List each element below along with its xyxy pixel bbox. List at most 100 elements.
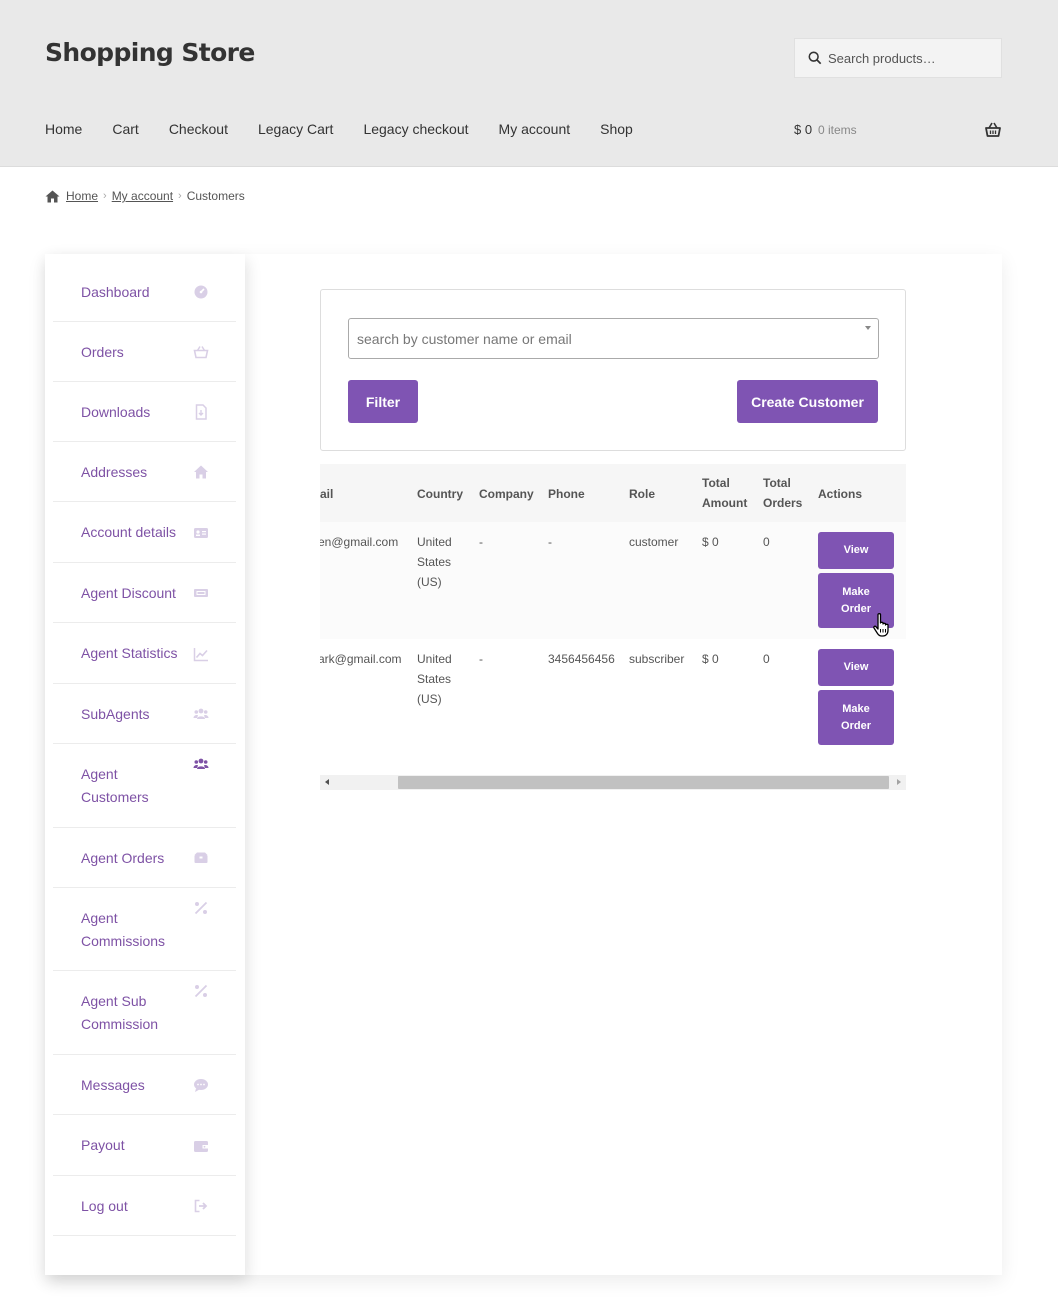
sidebar-item-label[interactable]: Orders — [81, 341, 124, 364]
nav-home[interactable]: Home — [45, 121, 82, 137]
make-order-line2: Order — [841, 719, 871, 732]
make-order-line2: Order — [841, 602, 871, 615]
file-download-icon — [193, 404, 209, 420]
cell-total-orders: 0 — [763, 535, 770, 549]
sidebar-item-agent-discount[interactable]: Agent Discount — [53, 563, 236, 623]
header-phone: Phone — [548, 487, 585, 501]
filter-button[interactable]: Filter — [348, 380, 418, 423]
header-total-amount-line2: Amount — [702, 496, 748, 510]
breadcrumb-home[interactable]: Home — [66, 189, 98, 203]
header-actions: Actions — [818, 487, 863, 501]
customers-table: ail Country Company Phone Role Total Amo… — [320, 464, 906, 774]
scrollbar-thumb[interactable] — [398, 776, 889, 789]
customer-search-placeholder: search by customer name or email — [357, 331, 572, 347]
sidebar-item-agent-customers[interactable]: Agent Customers — [53, 744, 236, 828]
sidebar-item-label[interactable]: Agent Commissions — [81, 907, 165, 953]
sidebar-item-label[interactable]: Payout — [81, 1134, 125, 1157]
cell-role: customer — [629, 535, 679, 549]
nav-cart[interactable]: Cart — [112, 121, 138, 137]
mini-cart[interactable]: $ 0 0 items — [794, 121, 1002, 141]
account-sidebar: Dashboard Orders Downloads Addresses Account… — [45, 254, 245, 1275]
header-company: Company — [479, 487, 534, 501]
cell-phone: 3456456456 — [548, 652, 615, 666]
nav-legacy-cart[interactable]: Legacy Cart — [258, 121, 333, 137]
search-input[interactable] — [828, 50, 998, 66]
cell-role: subscriber — [629, 652, 685, 666]
sidebar-item-orders[interactable]: Orders — [53, 322, 236, 382]
sidebar-item-agent-statistics[interactable]: Agent Statistics — [53, 623, 236, 684]
site-header: Shopping Store Home Cart Checkout Legacy… — [0, 0, 1058, 167]
sidebar-item-label[interactable]: Dashboard — [81, 281, 150, 304]
breadcrumb-my-account[interactable]: My account — [112, 189, 173, 203]
nav-legacy-checkout[interactable]: Legacy checkout — [363, 121, 468, 137]
cell-country-line2: States — [417, 672, 452, 686]
cell-country-line3: (US) — [417, 575, 442, 589]
sign-out-icon — [193, 1198, 209, 1214]
sidebar-item-label[interactable]: Agent Customers — [81, 763, 149, 809]
sidebar-item-label[interactable]: Agent Statistics — [81, 642, 178, 665]
make-order-button[interactable]: Make Order — [818, 690, 894, 745]
cell-country: United States (US) — [417, 649, 452, 709]
cell-email: ark@gmail.com — [320, 652, 402, 666]
cell-email: en@gmail.com — [320, 535, 399, 549]
sidebar-item-label[interactable]: SubAgents — [81, 703, 150, 726]
nav-shop[interactable]: Shop — [600, 121, 633, 137]
header-total-orders-line2: Orders — [763, 496, 803, 510]
breadcrumb-current: Customers — [186, 189, 245, 203]
sidebar-item-downloads[interactable]: Downloads — [53, 382, 236, 442]
scroll-right-icon[interactable] — [897, 779, 901, 785]
main-nav: Home Cart Checkout Legacy Cart Legacy ch… — [45, 121, 663, 137]
table-header: ail Country Company Phone Role Total Amo… — [320, 464, 906, 522]
cell-country-line1: United — [417, 652, 452, 666]
customer-search-select[interactable]: search by customer name or email — [348, 318, 879, 359]
sidebar-item-messages[interactable]: Messages — [53, 1055, 236, 1115]
sidebar-item-label[interactable]: Agent Orders — [81, 847, 164, 870]
sidebar-item-label[interactable]: Account details — [81, 521, 176, 544]
sidebar-item-label[interactable]: Messages — [81, 1074, 145, 1097]
scroll-left-icon[interactable] — [325, 779, 329, 785]
sidebar-item-label[interactable]: Agent Discount — [81, 582, 176, 605]
breadcrumb: Home › My account › Customers — [45, 189, 245, 203]
product-search[interactable] — [794, 38, 1002, 78]
sidebar-item-label[interactable]: Log out — [81, 1195, 128, 1218]
sidebar-item-agent-commissions[interactable]: Agent Commissions — [53, 888, 236, 971]
view-customer-button[interactable]: View — [818, 532, 894, 569]
make-order-line1: Make — [842, 585, 870, 598]
basket-icon[interactable] — [984, 121, 1002, 139]
cart-count: 0 items — [818, 123, 857, 137]
line-chart-icon — [193, 646, 209, 662]
sidebar-item-agent-sub-commission[interactable]: Agent Sub Commission — [53, 971, 236, 1055]
table-horizontal-scrollbar[interactable] — [320, 775, 906, 790]
chevron-right-icon: › — [103, 190, 107, 202]
cart-amount: $ 0 — [794, 122, 813, 137]
header-role: Role — [629, 487, 656, 501]
sidebar-item-label[interactable]: Agent Sub Commission — [81, 990, 158, 1036]
sidebar-item-agent-orders[interactable]: Agent Orders — [53, 828, 236, 888]
sidebar-item-payout[interactable]: Payout — [53, 1115, 236, 1176]
header-total-orders: Total Orders — [763, 473, 802, 513]
table-row: ark@gmail.com United States (US) - 34564… — [320, 639, 906, 756]
sidebar-item-account-details[interactable]: Account details — [53, 502, 236, 563]
cell-total-amount: $ 0 — [702, 652, 719, 666]
search-icon — [808, 51, 822, 65]
cell-country-line2: States — [417, 555, 452, 569]
chat-icon — [193, 1077, 209, 1093]
basket-icon — [193, 344, 209, 360]
sidebar-item-label[interactable]: Addresses — [81, 461, 147, 484]
header-total-amount-line1: Total — [702, 476, 730, 490]
dropdown-arrow-icon[interactable] — [865, 326, 871, 330]
create-customer-button[interactable]: Create Customer — [737, 380, 878, 423]
view-customer-button[interactable]: View — [818, 649, 894, 686]
sidebar-item-subagents[interactable]: SubAgents — [53, 684, 236, 744]
sidebar-item-log-out[interactable]: Log out — [53, 1176, 236, 1236]
nav-checkout[interactable]: Checkout — [169, 121, 228, 137]
site-title[interactable]: Shopping Store — [45, 38, 255, 67]
cell-total-amount: $ 0 — [702, 535, 719, 549]
sidebar-item-addresses[interactable]: Addresses — [53, 442, 236, 502]
sidebar-item-label[interactable]: Downloads — [81, 401, 150, 424]
ticket-icon — [193, 585, 209, 601]
nav-my-account[interactable]: My account — [499, 121, 571, 137]
id-card-icon — [193, 525, 209, 541]
dashboard-icon — [193, 284, 209, 300]
sidebar-item-dashboard[interactable]: Dashboard — [53, 262, 236, 322]
